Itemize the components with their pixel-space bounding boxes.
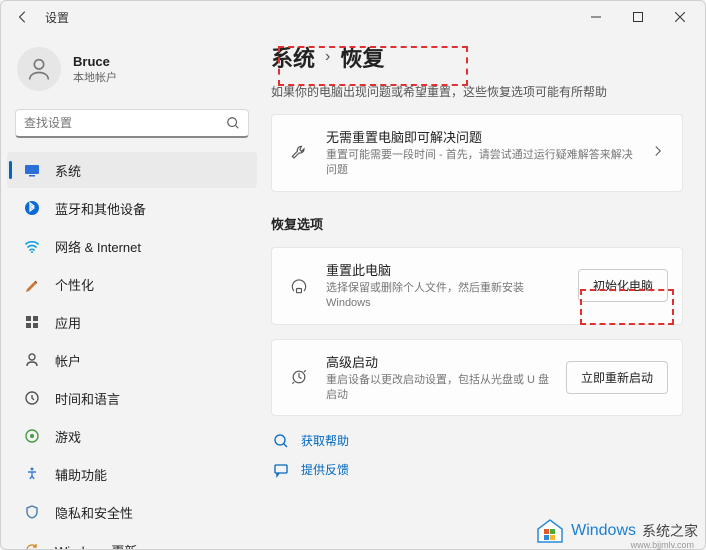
advanced-button[interactable]: 立即重新启动 <box>566 361 668 394</box>
profile-name: Bruce <box>73 54 117 69</box>
sidebar-item-label: 辅助功能 <box>55 465 107 484</box>
help-icon <box>271 433 291 449</box>
help-link-text: 获取帮助 <box>301 432 349 449</box>
watermark-suffix: 系统之家 <box>642 521 698 541</box>
titlebar: 设置 <box>1 1 705 33</box>
gaming-icon <box>21 428 43 444</box>
sidebar-item-label: 系统 <box>55 161 81 180</box>
sidebar-item-label: 应用 <box>55 313 81 332</box>
feedback-icon <box>271 462 291 478</box>
chevron-right-icon <box>648 144 668 162</box>
page-subtitle: 如果你的电脑出现问题或希望重置，这些恢复选项可能有所帮助 <box>271 83 683 100</box>
system-icon <box>21 162 43 178</box>
reset-card: 重置此电脑 选择保留或删除个人文件，然后重新安装 Windows 初始化电脑 <box>271 247 683 325</box>
time-icon <box>21 390 43 406</box>
sidebar-item-system[interactable]: 系统 <box>7 152 257 188</box>
maximize-button[interactable] <box>617 1 659 33</box>
apps-icon <box>21 314 43 330</box>
sidebar-item-accounts[interactable]: 帐户 <box>7 342 257 378</box>
accessibility-icon <box>21 466 43 482</box>
sidebar-item-label: 时间和语言 <box>55 389 120 408</box>
profile-sub: 本地帐户 <box>73 69 117 85</box>
reset-title: 重置此电脑 <box>326 260 564 279</box>
sidebar-item-network[interactable]: 网络 & Internet <box>7 228 257 264</box>
section-title: 恢复选项 <box>271 214 683 233</box>
search-box[interactable] <box>15 109 249 138</box>
avatar <box>17 47 61 91</box>
sidebar-item-label: 个性化 <box>55 275 94 294</box>
back-button[interactable] <box>5 1 41 33</box>
sidebar-item-gaming[interactable]: 游戏 <box>7 418 257 454</box>
sidebar-item-update[interactable]: Windows 更新 <box>7 532 257 549</box>
advanced-icon <box>286 367 312 387</box>
sidebar-item-bluetooth[interactable]: 蓝牙和其他设备 <box>7 190 257 226</box>
search-input[interactable] <box>16 110 218 136</box>
feedback-link-text: 提供反馈 <box>301 461 349 478</box>
sidebar-item-label: 帐户 <box>55 351 81 370</box>
watermark-brand: Windows <box>571 522 636 540</box>
sidebar-item-personalize[interactable]: 个性化 <box>7 266 257 302</box>
breadcrumb-parent[interactable]: 系统 <box>271 41 315 73</box>
personalize-icon <box>21 276 43 292</box>
sidebar-item-label: Windows 更新 <box>55 541 137 550</box>
sidebar-item-privacy[interactable]: 隐私和安全性 <box>7 494 257 530</box>
sidebar-item-label: 游戏 <box>55 427 81 446</box>
troubleshoot-desc: 重置可能需要一段时间 - 首先，请尝试通过运行疑难解答来解决问题 <box>326 148 634 179</box>
wrench-icon <box>286 143 312 163</box>
troubleshoot-title: 无需重置电脑即可解决问题 <box>326 127 634 146</box>
nav-list: 系统 蓝牙和其他设备 网络 & Internet 个性化 应用 <box>7 152 257 549</box>
watermark-logo-icon <box>535 518 565 544</box>
sidebar-item-label: 蓝牙和其他设备 <box>55 199 146 218</box>
reset-desc: 选择保留或删除个人文件，然后重新安装 Windows <box>326 281 564 312</box>
advanced-title: 高级启动 <box>326 352 552 371</box>
network-icon <box>21 238 43 254</box>
sidebar: Bruce 本地帐户 系统 蓝牙和其他设备 <box>1 33 261 549</box>
reset-icon <box>286 276 312 296</box>
main-content: 系统 › 恢复 如果你的电脑出现问题或希望重置，这些恢复选项可能有所帮助 无需重… <box>261 33 705 549</box>
sidebar-item-label: 隐私和安全性 <box>55 503 133 522</box>
breadcrumb: 系统 › 恢复 <box>271 41 683 73</box>
update-icon <box>21 542 43 549</box>
sidebar-item-accessibility[interactable]: 辅助功能 <box>7 456 257 492</box>
help-links: 获取帮助 提供反馈 <box>271 432 683 478</box>
window-title: 设置 <box>45 9 69 26</box>
breadcrumb-sep: › <box>325 48 330 66</box>
sidebar-item-time[interactable]: 时间和语言 <box>7 380 257 416</box>
sidebar-item-label: 网络 & Internet <box>55 237 141 256</box>
advanced-desc: 重启设备以更改启动设置，包括从光盘或 U 盘启动 <box>326 373 552 404</box>
help-link[interactable]: 获取帮助 <box>271 432 683 449</box>
breadcrumb-current: 恢复 <box>340 41 384 73</box>
feedback-link[interactable]: 提供反馈 <box>271 461 683 478</box>
accounts-icon <box>21 352 43 368</box>
reset-button[interactable]: 初始化电脑 <box>578 269 668 302</box>
sidebar-item-apps[interactable]: 应用 <box>7 304 257 340</box>
watermark-url: www.bjjmlv.com <box>631 540 694 550</box>
close-button[interactable] <box>659 1 701 33</box>
troubleshoot-card[interactable]: 无需重置电脑即可解决问题 重置可能需要一段时间 - 首先，请尝试通过运行疑难解答… <box>271 114 683 192</box>
minimize-button[interactable] <box>575 1 617 33</box>
profile[interactable]: Bruce 本地帐户 <box>7 39 257 105</box>
privacy-icon <box>21 504 43 520</box>
search-icon <box>218 116 248 130</box>
advanced-card: 高级启动 重启设备以更改启动设置，包括从光盘或 U 盘启动 立即重新启动 <box>271 339 683 417</box>
bluetooth-icon <box>21 200 43 216</box>
